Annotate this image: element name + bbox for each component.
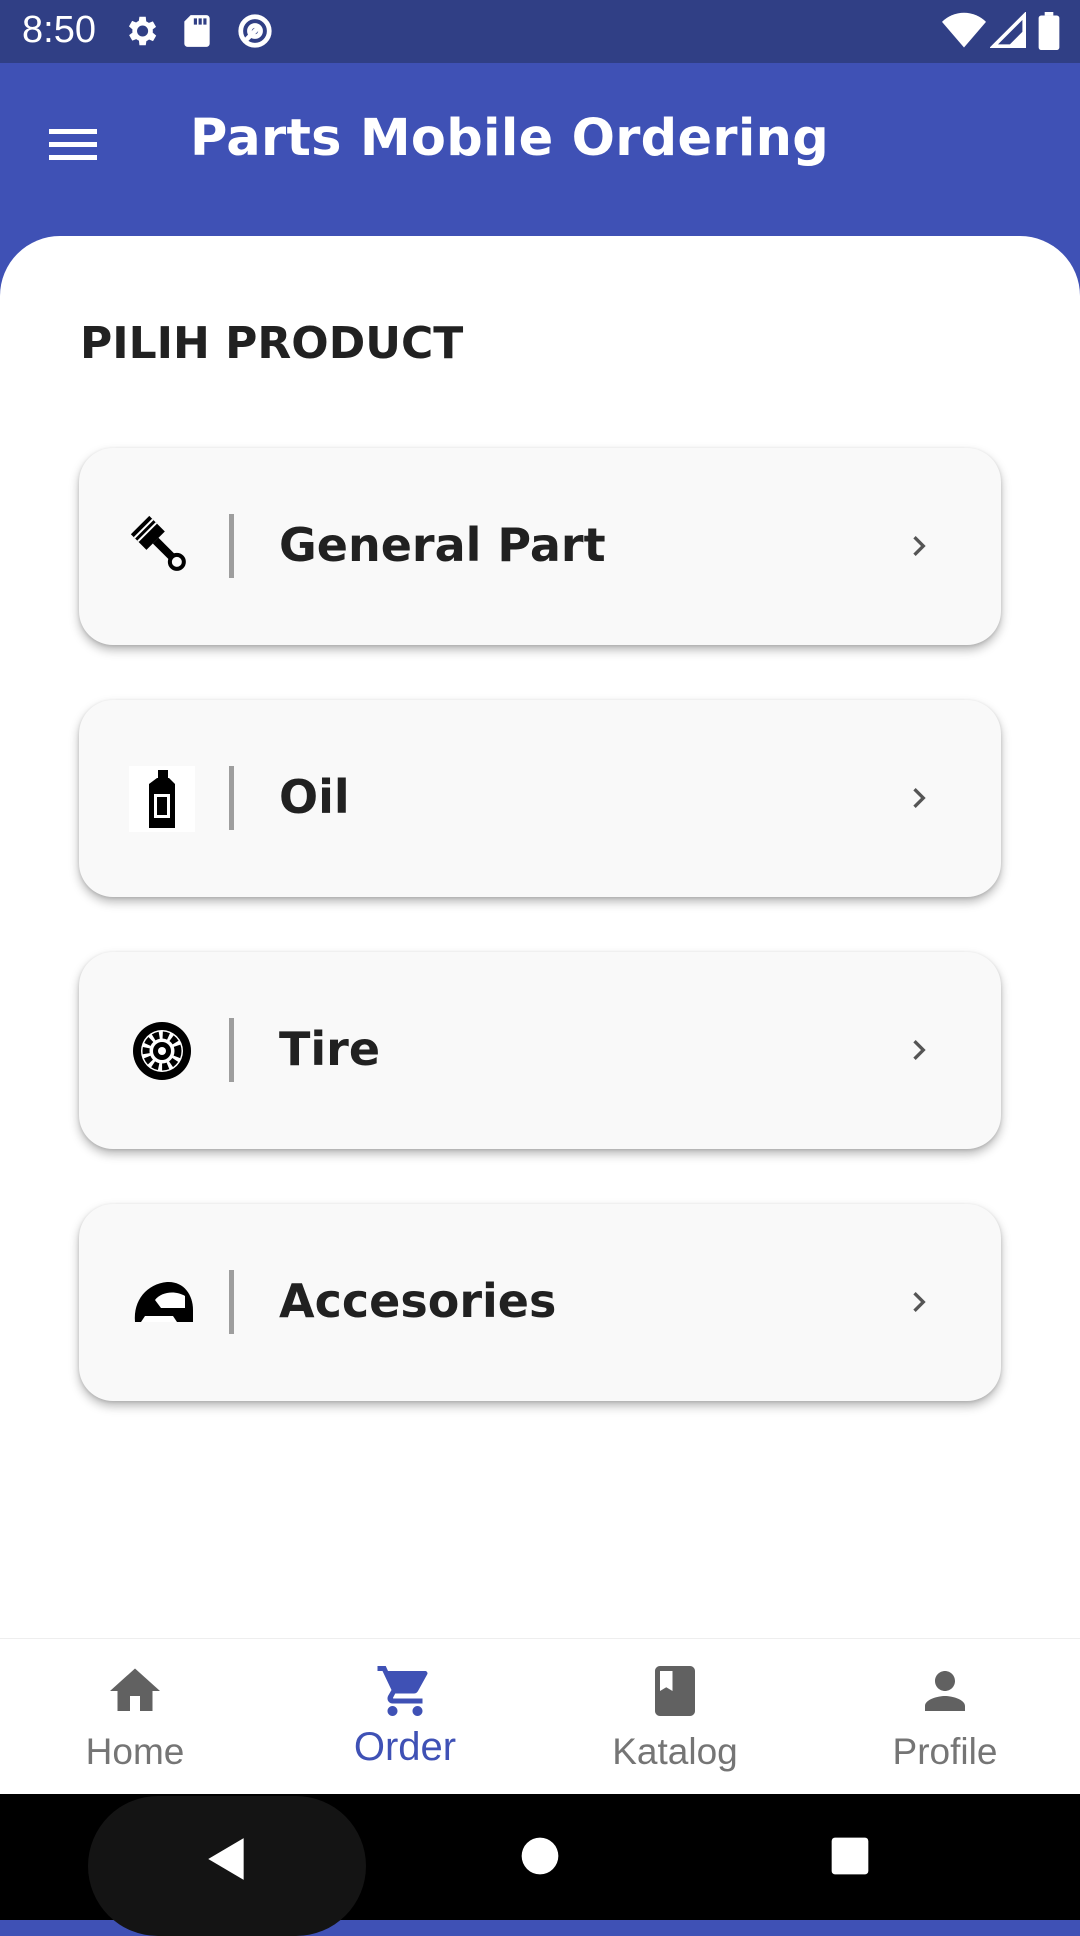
- person-icon: [925, 1671, 965, 1711]
- nav-label: Profile: [892, 1731, 998, 1772]
- app-bar: Parts Mobile Ordering: [0, 63, 1080, 237]
- product-card-oil[interactable]: Oil: [79, 700, 1001, 897]
- nav-label: Home: [85, 1731, 185, 1772]
- back-button[interactable]: [88, 1796, 366, 1936]
- hamburger-menu-icon: [49, 129, 97, 160]
- product-label: Tire: [279, 1022, 381, 1076]
- signal-icon: [990, 12, 1026, 48]
- product-label: Accesories: [279, 1274, 557, 1328]
- card-divider: [229, 1270, 234, 1334]
- product-card-general-part[interactable]: General Part: [79, 448, 1001, 645]
- nav-label: Katalog: [612, 1731, 738, 1772]
- home-icon: [110, 1668, 160, 1711]
- main-content: PILIH PRODUCT General Part Oil Tire Acce…: [0, 236, 1080, 1638]
- chevron-right-icon: [913, 1292, 926, 1312]
- book-icon: [655, 1666, 695, 1716]
- bottom-navigation: Home Order Katalog Profile: [0, 1638, 1080, 1795]
- tire-icon: [133, 1022, 191, 1080]
- oil-bottle-icon: [129, 766, 195, 832]
- wifi-icon: [942, 12, 986, 48]
- product-label: Oil: [279, 770, 350, 824]
- cart-icon: [377, 1666, 428, 1716]
- chevron-right-icon: [913, 788, 926, 808]
- nav-label: Order: [353, 1725, 457, 1769]
- chevron-right-icon: [913, 536, 926, 556]
- chevron-right-icon: [913, 1040, 926, 1060]
- helmet-icon: [134, 1281, 193, 1322]
- nav-order[interactable]: Order: [270, 1639, 540, 1795]
- section-title: PILIH PRODUCT: [80, 318, 464, 369]
- nav-home[interactable]: Home: [0, 1639, 270, 1795]
- system-navigation-bar: [0, 1794, 1080, 1936]
- menu-button[interactable]: [36, 107, 112, 183]
- app-title: Parts Mobile Ordering: [190, 109, 830, 168]
- at-sign-icon: [238, 14, 272, 48]
- settings-icon: [128, 16, 157, 46]
- sd-card-icon: [184, 15, 210, 47]
- nav-katalog[interactable]: Katalog: [540, 1639, 810, 1795]
- status-bar: 8:50: [0, 0, 1080, 63]
- battery-icon: [1038, 12, 1060, 50]
- back-triangle-icon: [208, 1838, 244, 1880]
- home-circle-icon[interactable]: [520, 1836, 560, 1876]
- product-card-accesories[interactable]: Accesories: [79, 1204, 1001, 1401]
- card-divider: [229, 1018, 234, 1082]
- card-divider: [229, 766, 234, 830]
- recents-square-icon[interactable]: [830, 1836, 870, 1876]
- status-time: 8:50: [22, 9, 96, 51]
- card-divider: [229, 514, 234, 578]
- product-card-tire[interactable]: Tire: [79, 952, 1001, 1149]
- nav-profile[interactable]: Profile: [810, 1639, 1080, 1795]
- product-label: General Part: [279, 518, 606, 572]
- piston-icon: [130, 515, 186, 571]
